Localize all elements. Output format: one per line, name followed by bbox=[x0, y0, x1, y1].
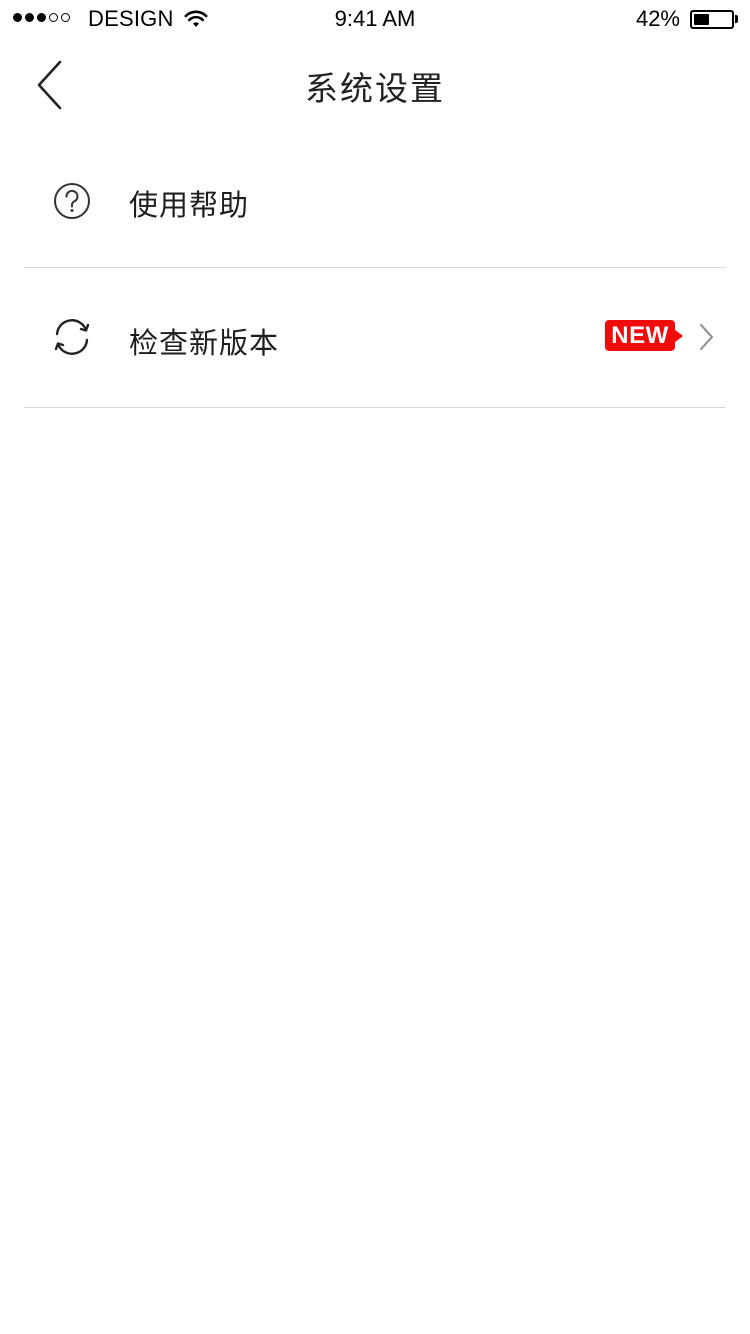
battery-icon bbox=[690, 10, 734, 29]
chevron-right-icon bbox=[700, 324, 713, 350]
settings-item-help[interactable]: 使用帮助 bbox=[0, 131, 750, 268]
settings-item-label: 检查新版本 bbox=[129, 326, 280, 360]
status-bar: DESIGN 9:41 AM 42% bbox=[0, 0, 750, 40]
settings-item-check-update[interactable]: 检查新版本 NEW bbox=[0, 268, 750, 408]
help-circle-icon bbox=[54, 183, 90, 219]
page-title: 系统设置 bbox=[305, 69, 445, 108]
divider bbox=[24, 407, 726, 408]
battery-percent: 42% bbox=[635, 6, 680, 31]
new-badge: NEW bbox=[605, 320, 683, 351]
nav-bar: 系统设置 bbox=[0, 40, 750, 128]
battery-level bbox=[694, 14, 709, 25]
refresh-icon bbox=[54, 319, 90, 355]
settings-list: 使用帮助 检查新版本 NEW bbox=[0, 131, 750, 408]
battery-tip bbox=[735, 15, 738, 23]
settings-item-label: 使用帮助 bbox=[129, 188, 250, 222]
